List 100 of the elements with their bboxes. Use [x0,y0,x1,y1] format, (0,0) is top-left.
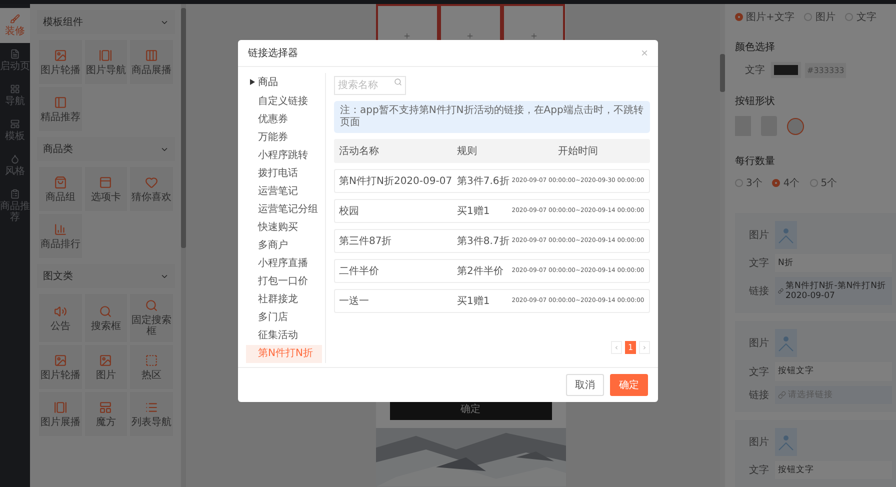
column-header: 开始时间 [557,144,599,158]
tab-panel-icon [99,176,112,188]
table-cell-text: 第2件半价 [457,264,504,278]
tree-node[interactable]: 商品 [246,73,322,93]
link-type-item[interactable]: 运营笔记 [246,183,322,201]
widget-tile[interactable]: 热区 [130,345,173,389]
text-field[interactable]: N折 [775,254,892,272]
link-type-item[interactable]: 小程序跳转 [246,147,322,165]
field-label: 图片 [749,228,770,242]
link-field[interactable]: 第N件打N折-第N件打N折2020-09-07 [775,277,892,306]
table-cell-text: 第3件8.7折 [457,234,510,248]
page-button[interactable]: 1 [625,341,636,354]
image-placeholder-icon[interactable] [775,329,797,358]
horizontal-gallery-icon [99,48,112,62]
link-type-item[interactable]: 征集活动 [246,327,322,345]
widget-tile[interactable]: 魔方 [84,392,128,436]
link-type-item[interactable]: 万能券 [246,129,322,147]
color-swatch[interactable] [771,62,801,78]
link-type-item[interactable]: 优惠券 [246,111,322,129]
link-type-item[interactable]: 第N件打N折 [246,345,322,363]
table-cell-text: 一送一 [339,294,370,308]
link-type-item[interactable]: 多门店 [246,309,322,327]
widget-tile[interactable]: 图片轮播 [39,345,82,389]
widget-tile[interactable]: 图片轮播 [39,40,82,84]
text-field[interactable]: 按钮文字 [775,460,892,479]
heart-icon [145,176,158,188]
field-label: 链接 [749,388,770,402]
section-title: 按钮形状 [735,94,776,108]
link-type-item[interactable]: 快速购买 [246,219,322,237]
nav-item[interactable]: 装修 [0,8,30,43]
image-placeholder-icon[interactable] [775,428,797,456]
search-field[interactable]: 搜索名称 [334,76,406,95]
table-cell-text: 第3件7.6折 [457,174,510,188]
widget-tile[interactable]: 商品排行 [39,214,82,258]
notice-text: 注：app暂不支持第N件打N折活动的链接，在App端点击时，不跳转页面 [334,101,650,133]
link-type-item[interactable]: 运营笔记分组 [246,201,322,219]
widget-tile[interactable]: 选项卡 [84,167,128,211]
link-icon [778,287,784,296]
mountain-image-icon [54,354,67,366]
widget-tile[interactable]: 列表导航 [130,392,173,436]
widget-tile[interactable]: 精品推荐 [39,87,82,131]
image-placeholder-icon[interactable] [775,220,797,249]
bar-chart-icon [54,222,67,236]
radio-option[interactable]: 文字 [845,10,876,24]
clipboard-icon [10,189,20,199]
widget-tile[interactable]: 固定搜索框 [130,294,173,342]
link-type-item[interactable]: 打包一口价 [246,273,322,291]
plus-icon [403,32,412,40]
field-label: 文字 [749,464,770,477]
table-cell-text: 校园 [339,204,360,218]
next-page-button[interactable]: › [639,341,650,354]
radio-option[interactable]: 4个 [772,176,800,190]
confirm-button[interactable]: 确定 [610,374,648,396]
radio-option[interactable]: 图片 [804,10,836,24]
column-header: 规则 [457,144,478,158]
list-icon [145,400,158,414]
widget-tile[interactable]: 图片导航 [84,40,128,84]
field-label: 文字 [749,256,770,270]
table-cell-text: 二件半价 [339,264,380,278]
widget-tile[interactable]: 搜索框 [84,294,128,342]
widget-tile[interactable]: 猜你喜欢 [130,167,173,211]
horizontal-gallery-icon [54,400,67,414]
search-icon [394,78,402,86]
widget-tile[interactable]: 图片 [84,345,128,389]
text-field[interactable]: 按钮文字 [775,362,892,381]
plus-icon [466,32,474,40]
mountain-image-icon [99,354,112,366]
link-icon [778,390,786,399]
plus-icon [530,32,538,40]
circle-shape-option[interactable] [787,118,804,134]
cancel-button[interactable]: 取消 [566,374,604,396]
field-label: 链接 [749,284,770,298]
field-label: 图片 [749,436,770,449]
dialog-title: 链接选择器 [248,46,298,60]
dashed-square-icon [145,354,158,366]
link-type-item[interactable]: 拨打电话 [246,165,322,183]
widget-tile[interactable]: 商品展播 [130,40,173,84]
previous-page-button[interactable]: ‹ [611,341,622,354]
layout-icon [10,119,20,129]
widget-tile[interactable]: 图片展播 [39,392,82,436]
grid-layout-icon [99,400,112,414]
widget-tile[interactable]: 商品组 [39,167,82,211]
table-cell-text: 买1赠1 [457,294,491,308]
link-type-item[interactable]: 多商户 [246,237,322,255]
scrollbar[interactable] [720,54,725,92]
radio-option[interactable]: 5个 [810,176,838,190]
droplet-icon [10,154,20,164]
radio-option[interactable]: 图片+文字 [735,10,794,24]
table-cell-text: 买1赠1 [457,204,491,218]
scrollbar[interactable] [181,8,186,248]
search-icon [99,304,112,318]
radio-option[interactable]: 3个 [735,176,762,190]
grid-icon [10,84,20,94]
link-type-item[interactable]: 小程序直播 [246,255,322,273]
widget-tile[interactable]: 公告 [39,294,82,342]
close-button[interactable]: × [640,46,648,60]
link-type-item[interactable]: 自定义链接 [246,93,322,111]
columns-icon [145,48,158,62]
section-title: 颜色选择 [735,40,776,54]
link-type-item[interactable]: 社群接龙 [246,291,322,309]
